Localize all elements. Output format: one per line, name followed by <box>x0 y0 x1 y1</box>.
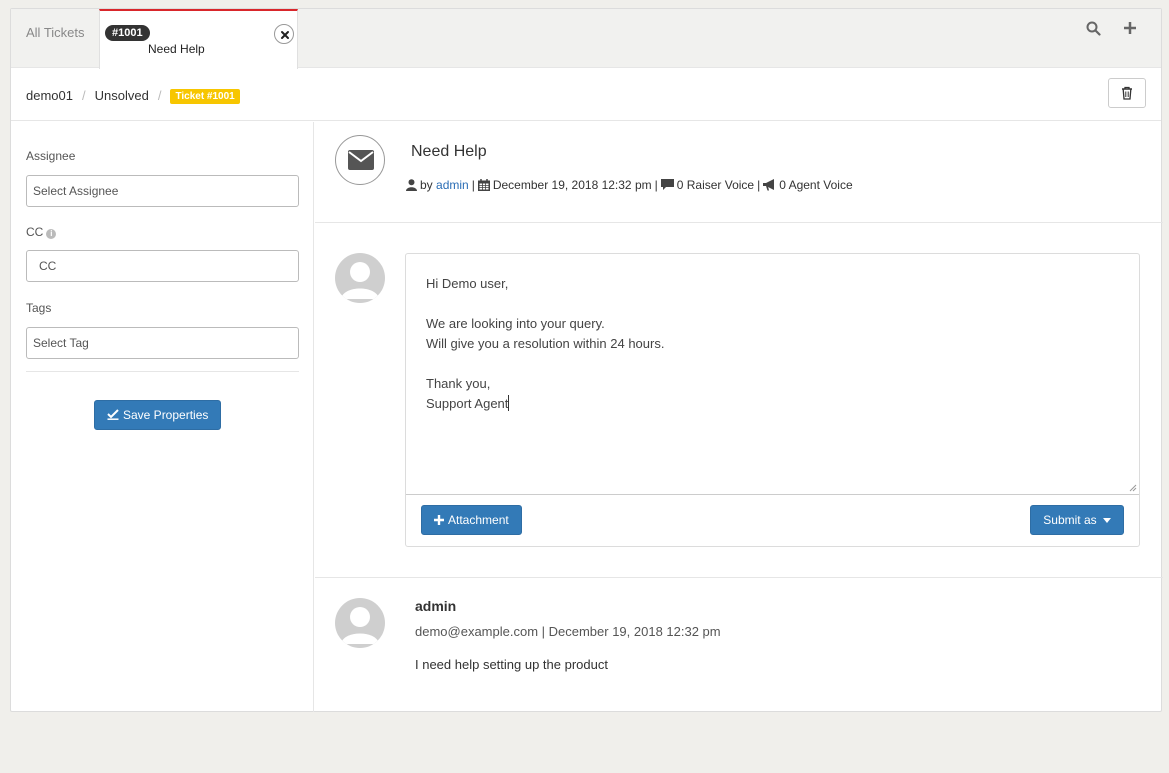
thread-meta: demo@example.com | December 19, 2018 12:… <box>415 624 721 639</box>
info-icon[interactable]: i <box>46 229 57 239</box>
reply-editor[interactable]: Hi Demo user, We are looking into your q… <box>406 254 1139 495</box>
delete-ticket-button[interactable] <box>1108 78 1146 108</box>
cc-label-text: CC <box>26 225 44 239</box>
breadcrumb-row: demo01 / Unsolved / Ticket #1001 <box>11 68 1161 121</box>
admin-avatar <box>335 598 385 648</box>
save-properties-button[interactable]: Save Properties <box>94 400 222 430</box>
agent-avatar <box>335 253 385 303</box>
plus-icon <box>434 515 444 525</box>
breadcrumb-separator: / <box>157 88 162 103</box>
tags-select[interactable]: Select Tag <box>26 327 299 359</box>
tab-bar: All Tickets #1001 Need Help <box>11 9 1161 69</box>
reply-line: Support Agent <box>426 396 509 411</box>
separator: | <box>654 178 658 192</box>
breadcrumb-item-demo01[interactable]: demo01 <box>26 88 73 103</box>
trash-icon <box>1122 86 1132 100</box>
breadcrumb: demo01 / Unsolved / Ticket #1001 <box>26 88 240 104</box>
attachment-label: Attachment <box>448 513 509 527</box>
reply-line-last: Support Agent <box>426 394 1119 414</box>
close-icon <box>281 31 289 39</box>
ticket-date: December 19, 2018 12:32 pm <box>492 178 652 192</box>
close-tab-button[interactable] <box>274 24 294 44</box>
ticket-title: Need Help <box>411 143 487 160</box>
cc-label: CC i <box>26 225 57 239</box>
text-cursor <box>508 395 510 411</box>
comment-icon <box>660 179 674 190</box>
submit-as-button[interactable]: Submit as <box>1030 505 1124 535</box>
bullhorn-icon <box>763 179 775 191</box>
calendar-icon <box>477 179 490 191</box>
breadcrumb-separator: / <box>81 88 86 103</box>
thread-author: admin <box>415 598 457 614</box>
search-icon <box>1086 21 1101 36</box>
assignee-label: Assignee <box>26 149 76 163</box>
raiser-voice-count: 0 Raiser Voice <box>676 178 755 192</box>
author-link[interactable]: admin <box>436 178 469 192</box>
search-button[interactable] <box>1086 21 1102 37</box>
add-ticket-button[interactable] <box>1123 21 1139 37</box>
by-prefix: by <box>420 178 433 192</box>
tab-ticket-title: Need Help <box>148 42 205 56</box>
divider <box>315 222 1163 223</box>
divider <box>315 577 1163 578</box>
caret-down-icon <box>1103 518 1111 523</box>
user-avatar-icon <box>341 262 379 299</box>
reply-box: Hi Demo user, We are looking into your q… <box>405 253 1140 547</box>
tags-label: Tags <box>26 301 52 315</box>
ticket-detail-panel: Need Help by admin | December 19, 2018 12… <box>315 122 1163 712</box>
separator: | <box>471 178 475 192</box>
submit-as-label: Submit as <box>1043 513 1097 527</box>
reply-line: Will give you a resolution within 24 hou… <box>426 336 665 351</box>
divider <box>26 371 299 372</box>
check-icon <box>107 409 119 420</box>
tab-ticket-badge: #1001 <box>105 25 150 41</box>
reply-line: We are looking into your query. <box>426 316 605 331</box>
agent-voice-count: 0 Agent Voice <box>779 178 853 192</box>
ticket-type-badge <box>335 135 385 185</box>
breadcrumb-item-unsolved[interactable]: Unsolved <box>95 88 149 103</box>
tab-all-tickets[interactable]: All Tickets <box>26 25 85 40</box>
tab-ticket-1001[interactable]: #1001 Need Help <box>99 9 298 69</box>
reply-line <box>426 294 1119 314</box>
user-avatar-icon <box>341 607 379 644</box>
save-properties-label: Save Properties <box>123 408 209 422</box>
reply-line <box>426 354 1119 374</box>
cc-input[interactable]: CC <box>26 250 299 282</box>
resize-grip-icon[interactable] <box>1129 484 1137 492</box>
ticket-properties-panel: Assignee Select Assignee CC i CC Tags Sel… <box>11 122 314 712</box>
reply-line: Thank you, <box>426 376 491 391</box>
attachment-button[interactable]: Attachment <box>421 505 522 535</box>
ticket-number-badge: Ticket #1001 <box>170 89 240 104</box>
thread-message: I need help setting up the product <box>415 657 608 672</box>
ticket-window: All Tickets #1001 Need Help demo01/Unsol… <box>10 8 1163 712</box>
ticket-meta: by admin | December 19, 2018 12:32 pm | 0 … <box>406 178 853 192</box>
plus-icon <box>1124 22 1136 34</box>
user-icon <box>406 179 417 191</box>
assignee-select[interactable]: Select Assignee <box>26 175 299 207</box>
separator: | <box>757 178 761 192</box>
envelope-icon <box>348 150 374 170</box>
reply-line: Hi Demo user, <box>426 276 509 291</box>
